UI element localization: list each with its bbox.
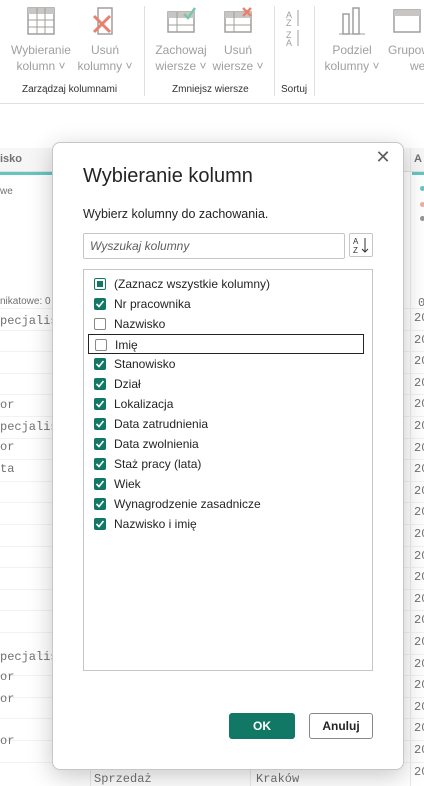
split-column-label-1: Podziel	[332, 43, 372, 57]
column-option-label: Wiek	[114, 477, 141, 491]
checkbox[interactable]	[94, 438, 106, 450]
svg-text:A: A	[353, 237, 359, 246]
checkbox[interactable]	[94, 398, 106, 410]
remove-rows-label-1: Usuń	[223, 43, 252, 57]
column-option-label: Stanowisko	[114, 357, 176, 371]
column-list: (Zaznacz wszystkie kolumny) Nr pracownika…	[83, 269, 373, 671]
column-option-label: Nazwisko i imię	[114, 517, 197, 531]
column-option-label: Nr pracownika	[114, 297, 191, 311]
column-option[interactable]: Wynagrodzenie zasadnicze	[88, 494, 362, 514]
group-separator	[144, 6, 145, 96]
choose-columns-label-1: Wybieranie	[11, 43, 71, 57]
checkbox[interactable]	[94, 378, 106, 390]
keep-rows-label-2: wiersze ˅	[155, 59, 207, 73]
remove-columns-label-2: kolumny ˅	[77, 59, 133, 73]
column-option[interactable]: Staż pracy (lata)	[88, 454, 362, 474]
remove-columns-icon	[92, 7, 113, 35]
group-separator	[274, 6, 275, 96]
column-option-label: Dział	[114, 377, 141, 391]
choose-columns-button[interactable]: Wybieranie kolumn ˅	[8, 6, 74, 74]
search-input[interactable]	[83, 233, 345, 259]
column-option-label: Nazwisko	[114, 317, 166, 331]
column-option[interactable]: Wiek	[88, 474, 362, 494]
column-option-label: Staż pracy (lata)	[114, 457, 202, 471]
choose-columns-label-2: kolumn ˅	[16, 59, 66, 73]
column-option-label: Data zatrudnienia	[114, 417, 209, 431]
ok-button[interactable]: OK	[229, 713, 295, 739]
choose-columns-dialog: ✕ Wybieranie kolumn Wybierz kolumny do z…	[52, 142, 404, 770]
column-option[interactable]: (Zaznacz wszystkie kolumny)	[88, 274, 362, 294]
column-option[interactable]: Nazwisko i imię	[88, 514, 362, 534]
group-label-sort: Sortuj	[281, 84, 308, 95]
cancel-button[interactable]: Anuluj	[309, 713, 373, 739]
remove-columns-label-1: Usuń	[90, 43, 119, 57]
sort-az-icon: A Z	[353, 237, 369, 255]
group-label-manage-columns: Zarządzaj kolumnami	[22, 84, 118, 95]
group-by-icon	[393, 9, 421, 33]
remove-columns-button[interactable]: Usuń kolumny ˅	[76, 6, 134, 74]
checkbox[interactable]	[94, 458, 106, 470]
remove-rows-label-2: wiersze ˅	[212, 59, 264, 73]
group-by-label-2: wed	[410, 59, 424, 73]
keep-rows-icon	[167, 7, 196, 33]
remove-rows-button[interactable]: Usuń wiersze ˅	[210, 6, 266, 74]
checkbox[interactable]	[94, 318, 106, 330]
close-icon[interactable]: ✕	[373, 147, 393, 167]
checkbox[interactable]	[94, 498, 106, 510]
checkbox[interactable]	[94, 298, 106, 310]
column-option-label: Data zwolnienia	[114, 437, 199, 451]
checkbox[interactable]	[95, 339, 107, 351]
choose-columns-icon	[27, 7, 55, 35]
split-column-button[interactable]: Podziel kolumny ˅	[322, 6, 382, 74]
checkbox[interactable]	[94, 358, 106, 370]
column-option[interactable]: Stanowisko	[88, 354, 362, 374]
column-option-label: Imię	[115, 338, 138, 352]
split-column-label-2: kolumny ˅	[324, 59, 380, 73]
column-option[interactable]: Nazwisko	[88, 314, 362, 334]
checkbox[interactable]	[94, 518, 106, 530]
checkbox[interactable]	[94, 418, 106, 430]
split-column-icon	[339, 7, 365, 35]
svg-text:Z: Z	[353, 246, 358, 255]
group-label-reduce-rows: Zmniejsz wiersze	[172, 84, 249, 95]
svg-text:A: A	[286, 38, 292, 46]
checkbox[interactable]	[94, 478, 106, 490]
remove-rows-icon	[224, 7, 252, 33]
svg-text:Z: Z	[286, 18, 292, 28]
column-option-label: Wynagrodzenie zasadnicze	[114, 497, 261, 511]
column-option-label: Lokalizacja	[114, 397, 174, 411]
column-option[interactable]: Lokalizacja	[88, 394, 362, 414]
keep-rows-label-1: Zachowaj	[155, 43, 207, 57]
dialog-subtitle: Wybierz kolumny do zachowania.	[83, 207, 269, 221]
sort-button[interactable]: A Z Z A	[282, 6, 306, 46]
ribbon: Wybieranie kolumn ˅ Usuń kolumny ˅ Zacho…	[0, 0, 424, 104]
keep-rows-button[interactable]: Zachowaj wiersze ˅	[152, 6, 210, 74]
group-by-label-1: Grupow	[388, 43, 424, 57]
group-separator	[314, 6, 315, 96]
column-option[interactable]: Nr pracownika	[88, 294, 362, 314]
checkbox[interactable]	[94, 278, 106, 290]
sort-icon: A Z Z A	[286, 10, 299, 46]
column-option[interactable]: Data zwolnienia	[88, 434, 362, 454]
sort-columns-button[interactable]: A Z	[349, 233, 373, 257]
column-option[interactable]: Imię	[88, 334, 364, 354]
dialog-title: Wybieranie kolumn	[83, 165, 253, 187]
column-option-label: (Zaznacz wszystkie kolumny)	[114, 277, 271, 291]
column-option[interactable]: Data zatrudnienia	[88, 414, 362, 434]
group-by-button[interactable]: Grupow wed	[388, 6, 424, 74]
column-option[interactable]: Dział	[88, 374, 362, 394]
